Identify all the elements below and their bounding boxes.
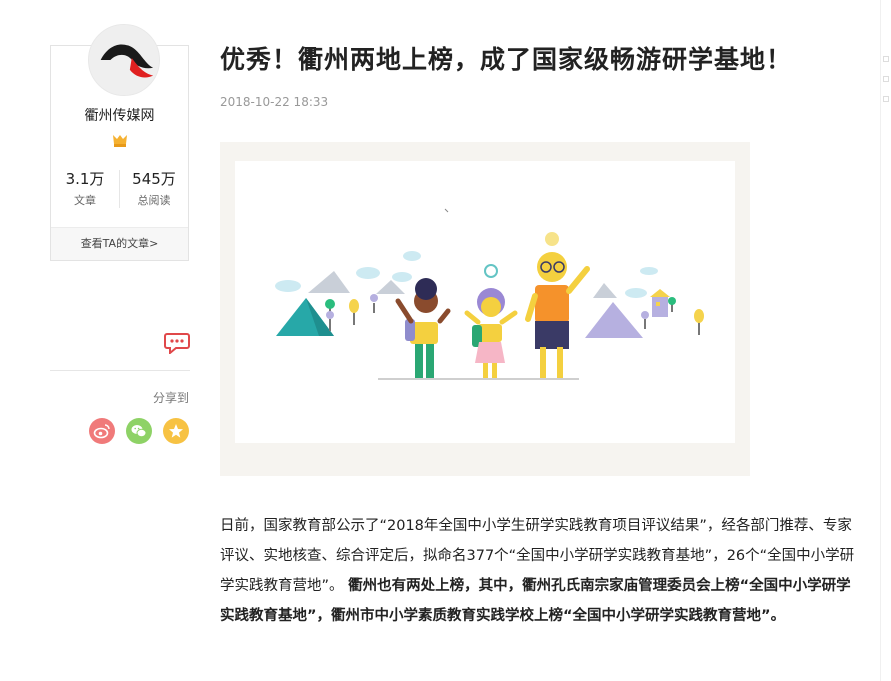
share-label: 分享到 bbox=[152, 391, 189, 405]
article-date: 2018-10-22 18:33 bbox=[220, 95, 329, 109]
sidebar-divider bbox=[50, 370, 190, 371]
stat-articles-value: 3.1万 bbox=[65, 170, 105, 188]
view-author-articles-link[interactable]: 查看TA的文章> bbox=[51, 227, 188, 260]
weibo-icon bbox=[93, 424, 110, 439]
author-badge-icon bbox=[113, 135, 127, 147]
scroll-marker-top[interactable] bbox=[883, 56, 889, 62]
stat-articles-label: 文章 bbox=[74, 194, 96, 207]
stat-articles: 3.1万 文章 bbox=[51, 168, 119, 208]
author-name[interactable]: 衢州传媒网 bbox=[51, 105, 188, 125]
scroll-marker-low[interactable] bbox=[883, 96, 889, 102]
kids-illustration-icon bbox=[275, 208, 704, 380]
author-stats: 3.1万 文章 545万 总阅读 bbox=[51, 168, 188, 212]
author-card: 衢州传媒网 3.1万 文章 545万 总阅读 查看TA的文章> bbox=[50, 24, 189, 261]
wechat-icon bbox=[131, 425, 147, 438]
scrollbar[interactable] bbox=[880, 0, 891, 681]
favorite-icon bbox=[169, 424, 183, 438]
stat-reads-label: 总阅读 bbox=[137, 194, 171, 207]
stat-reads: 545万 总阅读 bbox=[120, 168, 188, 208]
share-weibo-button[interactable] bbox=[89, 418, 115, 444]
comment-icon[interactable] bbox=[164, 332, 190, 354]
hero-illustration bbox=[235, 161, 735, 443]
swallow-logo-icon bbox=[89, 25, 159, 95]
article-title: 优秀！衢州两地上榜，成了国家级畅游研学基地！ bbox=[220, 45, 793, 74]
article-body-paragraph: 日前，国家教育部公示了“2018年全国中小学生研学实践教育项目评议结果”，经各部… bbox=[220, 511, 860, 631]
stat-reads-value: 545万 bbox=[132, 170, 176, 188]
avatar[interactable] bbox=[88, 24, 160, 96]
share-wechat-button[interactable] bbox=[126, 418, 152, 444]
article-hero-image bbox=[220, 142, 750, 476]
share-favorite-button[interactable] bbox=[163, 418, 189, 444]
scroll-marker-mid[interactable] bbox=[883, 76, 889, 82]
